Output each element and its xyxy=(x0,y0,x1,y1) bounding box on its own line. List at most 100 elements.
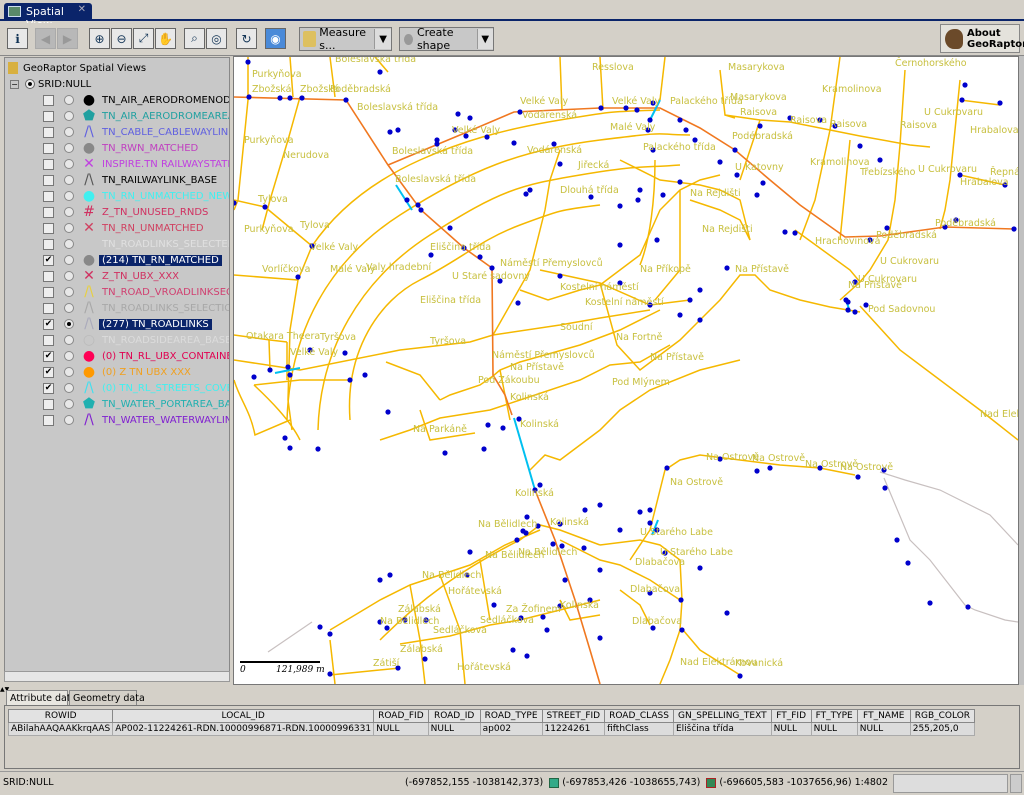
column-header[interactable]: STREET_FID xyxy=(541,709,606,723)
road-node[interactable] xyxy=(647,520,653,526)
road-node[interactable] xyxy=(754,192,760,198)
road-node[interactable] xyxy=(767,465,773,471)
road-node[interactable] xyxy=(287,372,293,378)
road-node[interactable] xyxy=(717,159,723,165)
road-node[interactable] xyxy=(997,100,1003,106)
zoom-in-button[interactable]: ⊕ xyxy=(89,28,110,49)
tab-geometry-data[interactable]: Geometry data xyxy=(69,690,145,706)
road-node[interactable] xyxy=(845,307,851,313)
road-node[interactable] xyxy=(959,97,965,103)
collapse-icon[interactable]: − xyxy=(10,79,19,89)
road-node[interactable] xyxy=(510,647,516,653)
road-node[interactable] xyxy=(447,225,453,231)
road-node[interactable] xyxy=(677,117,683,123)
road-node[interactable] xyxy=(515,300,521,306)
road-node[interactable] xyxy=(877,157,883,163)
road-node[interactable] xyxy=(377,577,383,583)
road[interactable] xyxy=(329,639,336,684)
road[interactable] xyxy=(253,379,350,386)
road[interactable] xyxy=(939,79,961,230)
road-node[interactable] xyxy=(855,474,861,480)
close-tab-icon[interactable]: ✕ xyxy=(78,4,86,15)
road-node[interactable] xyxy=(760,180,766,186)
road[interactable] xyxy=(348,204,601,421)
layer-visibility-checkbox[interactable] xyxy=(43,286,54,298)
road-node[interactable] xyxy=(287,95,293,101)
layer-active-radio[interactable] xyxy=(64,95,74,105)
column-header[interactable]: ROAD_ID xyxy=(427,709,481,723)
road-node[interactable] xyxy=(537,482,543,488)
road-node[interactable] xyxy=(442,450,448,456)
road-node[interactable] xyxy=(697,565,703,571)
road[interactable] xyxy=(599,274,861,372)
road-node[interactable] xyxy=(377,69,383,75)
layer-visibility-checkbox[interactable] xyxy=(43,126,54,138)
road-node[interactable] xyxy=(315,446,321,452)
road-node[interactable] xyxy=(342,350,348,356)
road-node[interactable] xyxy=(927,600,933,606)
road-node[interactable] xyxy=(617,203,623,209)
map-vertical-scrollbar[interactable] xyxy=(1019,56,1024,685)
road-node[interactable] xyxy=(962,82,968,88)
road-node[interactable] xyxy=(524,653,530,659)
road-node[interactable] xyxy=(299,95,305,101)
road-node[interactable] xyxy=(282,435,288,441)
other-road[interactable] xyxy=(267,621,313,653)
road-node[interactable] xyxy=(697,287,703,293)
layer-active-radio[interactable] xyxy=(64,415,74,425)
layer-active-radio[interactable] xyxy=(64,111,74,121)
layer-active-radio[interactable] xyxy=(64,367,74,377)
road-node[interactable] xyxy=(434,137,440,143)
road-node[interactable] xyxy=(557,161,563,167)
road-node[interactable] xyxy=(523,530,529,536)
road-node[interactable] xyxy=(422,656,428,662)
layer-item[interactable]: /\ TN_RAILWAYLINK_BASE xyxy=(5,172,229,188)
layer-visibility-checkbox[interactable]: ✔ xyxy=(43,350,54,362)
table-cell[interactable]: ABilahAAQAAKkrqAAS xyxy=(7,722,114,736)
layer-item[interactable]: ● TN_AIR_AERODROMENODE_BASE xyxy=(5,92,229,108)
layer-item[interactable]: /\ TN_ROAD_VROADLINKSEQUENCE xyxy=(5,284,229,300)
road-node[interactable] xyxy=(1011,226,1017,232)
zoom-full-extent-button[interactable]: ⤢ xyxy=(133,28,154,49)
road[interactable] xyxy=(659,57,666,101)
layer-visibility-checkbox[interactable]: ✔ xyxy=(43,366,54,378)
layer-active-radio[interactable] xyxy=(64,159,74,169)
column-header[interactable]: LOCAL_ID xyxy=(112,709,375,723)
road-node[interactable] xyxy=(845,299,851,305)
road-node[interactable] xyxy=(387,572,393,578)
road-node[interactable] xyxy=(677,179,683,185)
column-header[interactable]: ROAD_FID xyxy=(373,709,429,723)
layer-item[interactable]: ○ TN_ROADSIDEAREA_BASE xyxy=(5,332,229,348)
table-cell[interactable]: ap002 xyxy=(479,722,543,736)
column-header[interactable]: RGB_COLOR xyxy=(909,709,976,723)
layer-visibility-checkbox[interactable] xyxy=(43,302,54,314)
road-node[interactable] xyxy=(467,549,473,555)
road-node[interactable] xyxy=(724,265,730,271)
road-node[interactable] xyxy=(477,254,483,260)
road-node[interactable] xyxy=(757,123,763,129)
road-node[interactable] xyxy=(540,614,546,620)
road-node[interactable] xyxy=(737,673,743,679)
table-cell[interactable]: AP002-11224261-RDN.10000996871-RDN.10000… xyxy=(112,722,375,736)
layer-item[interactable]: ✕ INSPIRE.TN RAILWAYSTATIONNODE xyxy=(5,156,229,172)
layer-item[interactable]: /\ TN_CABLE_CABLEWAYLINK_BASE xyxy=(5,124,229,140)
road-node[interactable] xyxy=(557,273,563,279)
road-node[interactable] xyxy=(782,229,788,235)
other-road[interactable] xyxy=(879,471,1018,546)
road-node[interactable] xyxy=(489,265,495,271)
layer-item[interactable]: ⬟ TN_AIR_AERODROMEAREA_BASE xyxy=(5,108,229,124)
table-cell[interactable]: 11224261 xyxy=(541,722,606,736)
layer-visibility-checkbox[interactable] xyxy=(43,94,54,106)
layer-active-radio[interactable] xyxy=(64,383,74,393)
road-node[interactable] xyxy=(724,610,730,616)
road-node[interactable] xyxy=(327,631,333,637)
road-node[interactable] xyxy=(455,111,461,117)
layer-active-radio[interactable] xyxy=(64,399,74,409)
layer-item[interactable]: ✕ TN_RN_UNMATCHED xyxy=(5,220,229,236)
road[interactable] xyxy=(385,361,441,401)
road[interactable] xyxy=(492,149,561,336)
road-node[interactable] xyxy=(697,317,703,323)
layer-active-radio[interactable] xyxy=(64,335,74,345)
road-node[interactable] xyxy=(262,204,268,210)
map-canvas[interactable]: Boleslavská třída Resslova Masarykova Černo… xyxy=(233,56,1019,685)
